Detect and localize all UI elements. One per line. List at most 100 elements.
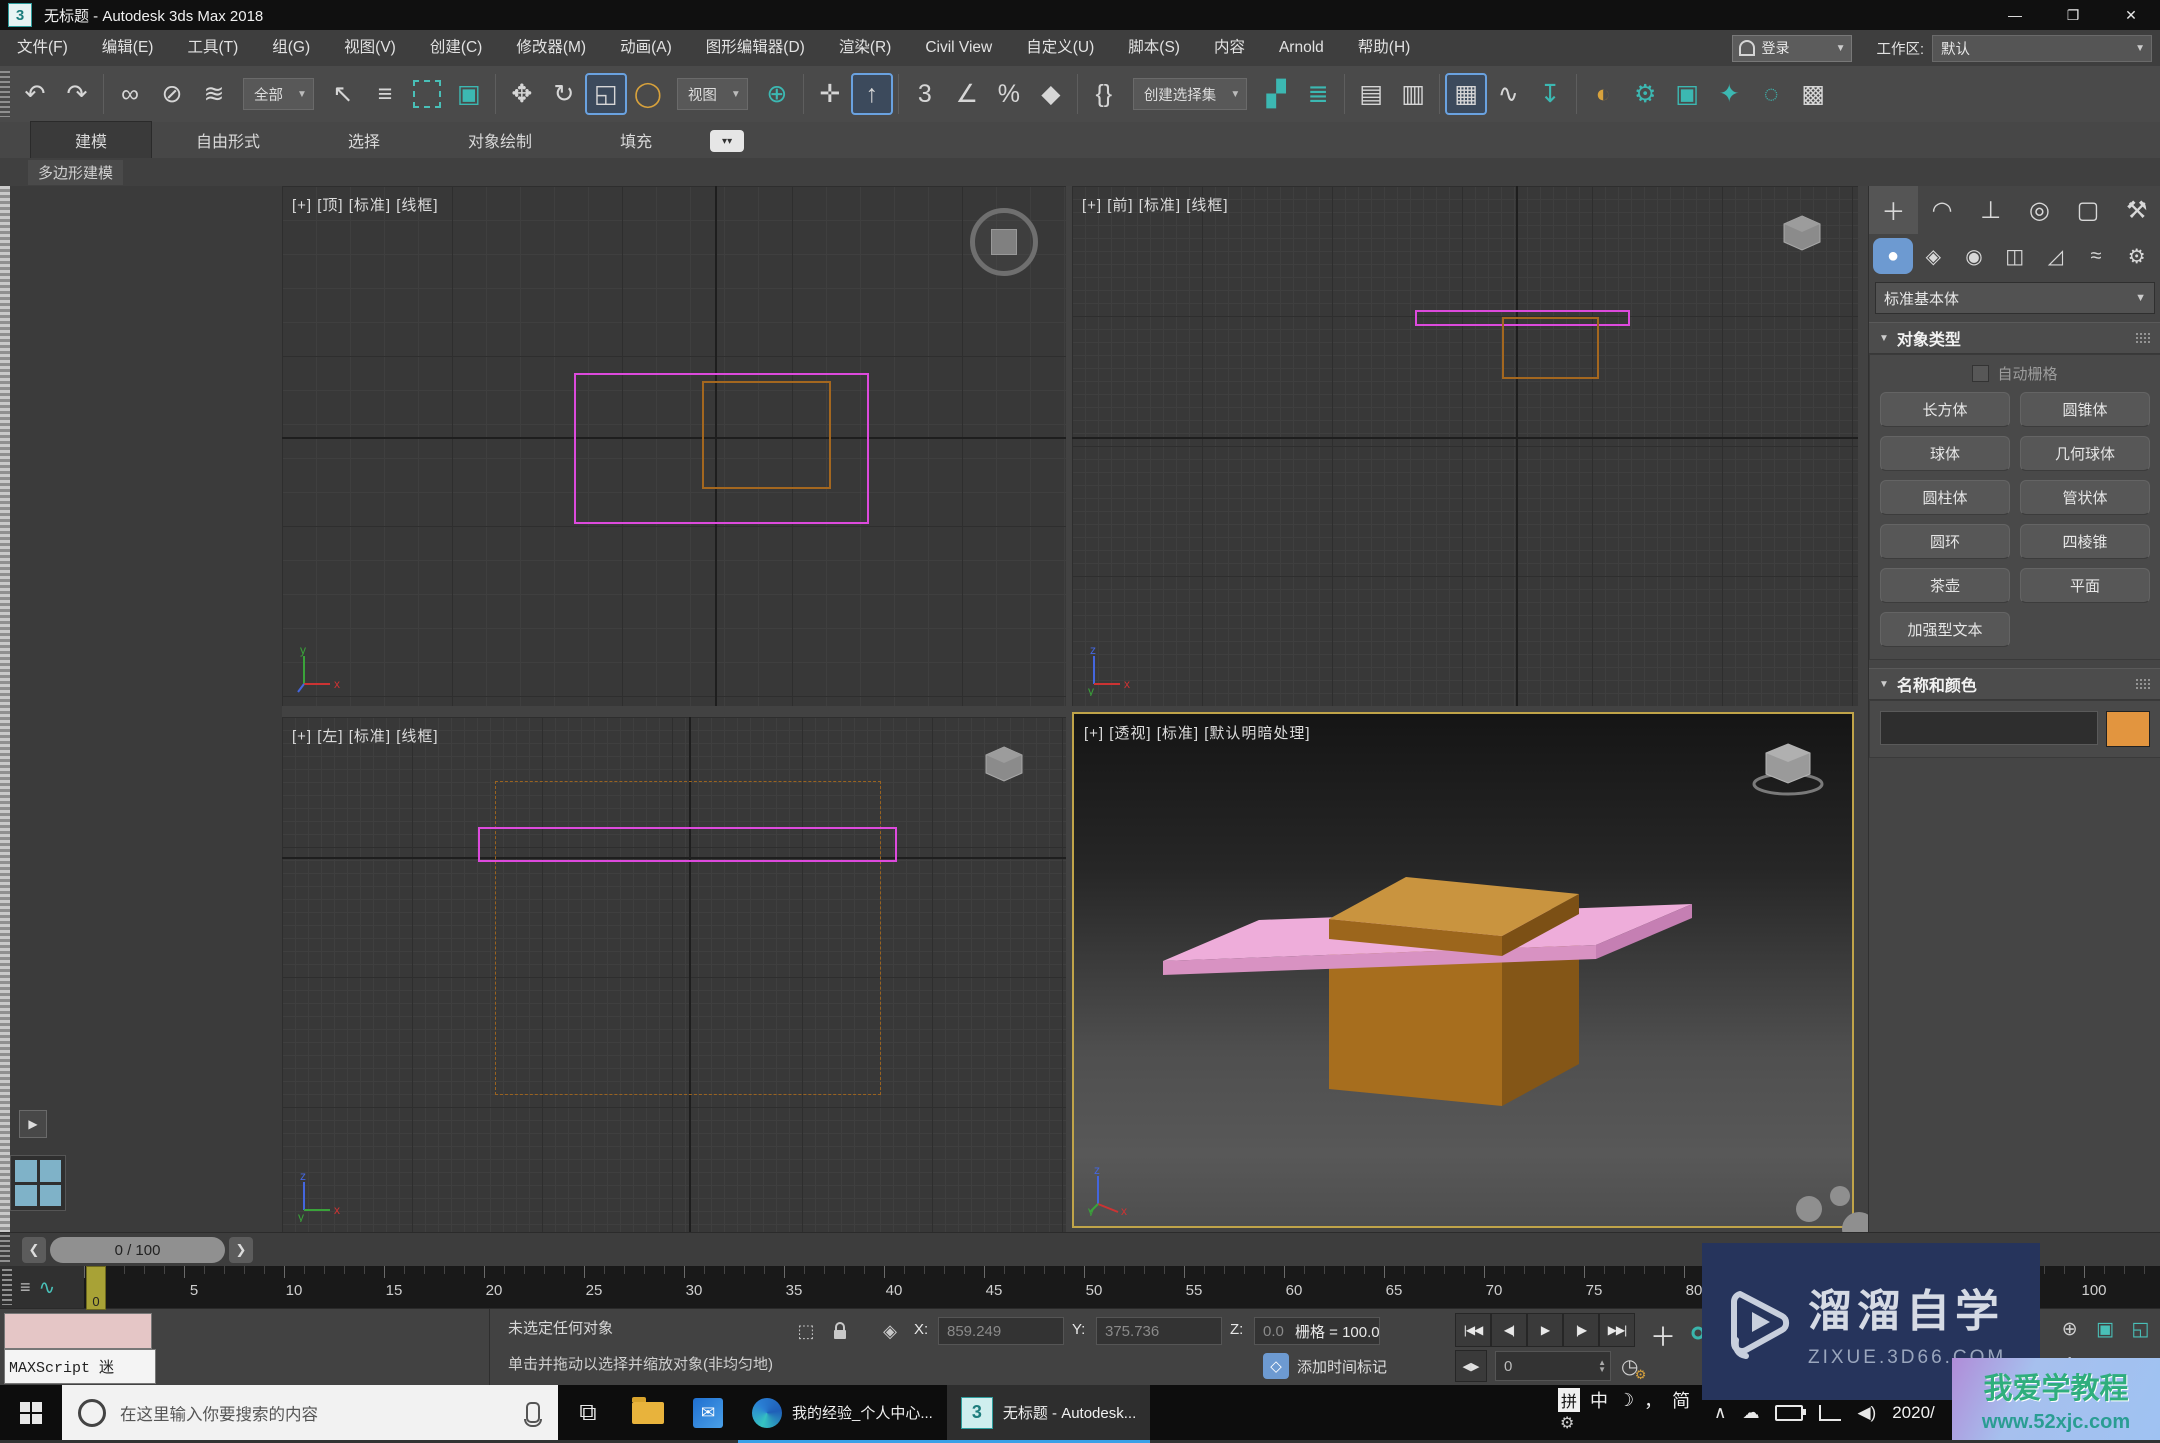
scene-3d[interactable] — [1074, 714, 1854, 1228]
name-color-rollout-header[interactable]: ▼ 名称和颜色 — [1869, 668, 2160, 700]
window-crossing-icon[interactable]: ▣ — [448, 73, 490, 115]
select-object-icon[interactable]: ↖ — [322, 73, 364, 115]
asset-library-icon[interactable]: ▩ — [1792, 73, 1834, 115]
menu-item[interactable]: 文件(F) — [0, 30, 85, 66]
object-button-球体[interactable]: 球体 — [1880, 436, 2010, 471]
task-edge-browser[interactable]: 我的经验_个人中心... — [738, 1385, 947, 1443]
set-keys-icon[interactable]: ＋ — [1650, 1317, 1676, 1354]
time-slider-grip[interactable] — [0, 1235, 10, 1265]
add-time-tag[interactable]: ◇ 添加时间标记 — [1263, 1353, 1387, 1379]
x-coord-field[interactable]: 859.249 — [938, 1317, 1064, 1345]
object-button-管状体[interactable]: 管状体 — [2020, 480, 2150, 515]
viewport-label[interactable]: [+] [透视] [标准] [默认明暗处理] — [1084, 722, 1311, 743]
helpers-icon[interactable]: ◿ — [2035, 244, 2076, 269]
taskbar-search[interactable]: 在这里输入你要搜索的内容 — [62, 1385, 558, 1440]
docked-ribbon-strip[interactable] — [0, 186, 10, 1232]
viewport-label[interactable]: [+] [前] [标准] [线框] — [1082, 194, 1229, 215]
menu-item[interactable]: 脚本(S) — [1111, 30, 1197, 66]
previous-frame-arrow[interactable]: ❮ — [22, 1237, 46, 1263]
time-configuration-icon[interactable]: ◷⚙ — [1621, 1354, 1638, 1379]
shapes-icon[interactable]: ◈ — [1913, 244, 1954, 269]
menu-item[interactable]: 自定义(U) — [1009, 30, 1111, 66]
select-and-scale-icon[interactable]: ◱ — [585, 73, 627, 115]
microphone-icon[interactable] — [526, 1402, 540, 1423]
workspace-dropdown[interactable]: 默认 ▼ — [1932, 35, 2152, 62]
mini-curve-editor-icon[interactable]: ∿ — [39, 1275, 56, 1300]
use-pivot-center-icon[interactable]: ⊕ — [756, 73, 798, 115]
hierarchy-tab-icon[interactable]: ⊥ — [1966, 186, 2015, 234]
clock-date[interactable]: 2020/ — [1892, 1403, 1935, 1423]
object-button-长方体[interactable]: 长方体 — [1880, 392, 2010, 427]
viewcube[interactable] — [1780, 212, 1824, 256]
next-frame-arrow[interactable]: ❯ — [229, 1237, 253, 1263]
cameras-icon[interactable]: ◫ — [1994, 244, 2035, 269]
viewport-label[interactable]: [+] [顶] [标准] [线框] — [292, 194, 439, 215]
viewport-label[interactable]: [+] [左] [标准] [线框] — [292, 725, 439, 746]
viewcube[interactable] — [982, 743, 1026, 787]
keyboard-override-icon[interactable]: ↑ — [851, 73, 893, 115]
mirror-icon[interactable]: ▞ — [1255, 73, 1297, 115]
key-mode-toggle[interactable]: ◀▶ — [1455, 1350, 1487, 1382]
maxscript-mini-listener-pink[interactable] — [4, 1313, 152, 1349]
task-view-button[interactable]: ⧉ — [558, 1385, 618, 1440]
menu-item[interactable]: 编辑(E) — [85, 30, 171, 66]
material-editor-icon[interactable]: ◐ — [1582, 73, 1624, 115]
menu-item[interactable]: 内容 — [1197, 30, 1262, 66]
menu-item[interactable]: 创建(C) — [413, 30, 500, 66]
viewport-perspective[interactable]: [+] [透视] [标准] [默认明暗处理] z y x — [1072, 712, 1854, 1228]
space-warps-icon[interactable]: ≈ — [2076, 245, 2117, 268]
menu-item[interactable]: 修改器(M) — [499, 30, 603, 66]
ribbon-tab-选择[interactable]: 选择 — [304, 122, 424, 158]
menu-item[interactable]: 工具(T) — [170, 30, 255, 66]
ref-coord-dropdown[interactable]: 视图▼ — [677, 78, 748, 110]
viewport-front[interactable]: [+] [前] [标准] [线框] z y x — [1072, 186, 1858, 706]
angle-snap-icon[interactable]: ∠ — [946, 73, 988, 115]
zoom-extents-icon[interactable]: ▣ — [2087, 1311, 2122, 1347]
play-button[interactable]: ▶ — [1527, 1313, 1563, 1347]
zoom-icon[interactable]: ⊕ — [2052, 1311, 2087, 1347]
menu-item[interactable]: 组(G) — [255, 30, 327, 66]
object-type-rollout-header[interactable]: ▼ 对象类型 — [1869, 322, 2160, 354]
viewport-layout-expand-button[interactable]: ▶ — [19, 1110, 47, 1138]
scene-explorer-icon[interactable]: ▤ — [1350, 73, 1392, 115]
next-frame-button[interactable]: |▶ — [1563, 1313, 1599, 1347]
object-button-四棱锥[interactable]: 四棱锥 — [2020, 524, 2150, 559]
maximize-button[interactable]: ❐ — [2044, 0, 2102, 30]
object-button-加强型文本[interactable]: 加强型文本 — [1880, 612, 2010, 647]
dope-sheet-icon[interactable]: ↧ — [1529, 73, 1571, 115]
select-and-rotate-icon[interactable]: ↻ — [543, 73, 585, 115]
volume-icon[interactable]: ◀) — [1857, 1403, 1876, 1423]
isolate-selection-icon[interactable]: ⬚ — [792, 1317, 820, 1345]
object-button-圆锥体[interactable]: 圆锥体 — [2020, 392, 2150, 427]
modify-tab-icon[interactable]: ◠ — [1918, 186, 1967, 234]
edit-named-sets-icon[interactable]: {} — [1083, 73, 1125, 115]
ribbon-tab-填充[interactable]: 填充 — [576, 122, 696, 158]
task-3dsmax[interactable]: 3无标题 - Autodesk... — [947, 1385, 1150, 1443]
onedrive-cloud-icon[interactable]: ☁ — [1742, 1403, 1759, 1423]
battery-icon[interactable] — [1775, 1405, 1803, 1421]
plane-wireframe-left[interactable] — [478, 827, 897, 862]
minimize-button[interactable]: — — [1986, 0, 2044, 30]
absolute-mode-transform-icon[interactable]: ◈ — [876, 1317, 904, 1345]
utilities-tab-icon[interactable]: ⚒ — [2112, 186, 2160, 234]
spinner-icon[interactable]: ▲▼ — [1598, 1359, 1610, 1373]
unlink-selection-icon[interactable]: ⊘ — [151, 73, 193, 115]
object-button-圆柱体[interactable]: 圆柱体 — [1880, 480, 2010, 515]
polygon-modeling-panel[interactable]: 多边形建模 — [28, 160, 123, 185]
file-explorer-button[interactable] — [618, 1385, 678, 1440]
rendered-frame-icon[interactable]: ▣ — [1666, 73, 1708, 115]
current-frame-field[interactable]: 0 ▲▼ — [1495, 1351, 1611, 1381]
menu-item[interactable]: 帮助(H) — [1341, 30, 1428, 66]
named-selection-sets-dropdown[interactable]: 创建选择集▼ — [1133, 78, 1247, 110]
zoom-extents-all-icon[interactable]: ◱ — [2123, 1311, 2158, 1347]
go-to-start-button[interactable]: |◀◀ — [1455, 1313, 1491, 1347]
ime-mode-icon[interactable]: ☽ — [1618, 1390, 1634, 1411]
select-and-link-icon[interactable]: ∞ — [109, 73, 151, 115]
object-button-平面[interactable]: 平面 — [2020, 568, 2150, 603]
geometry-icon[interactable]: ● — [1873, 238, 1913, 274]
render-setup-icon[interactable]: ⚙ — [1624, 73, 1666, 115]
ribbon-toggle-icon[interactable]: ▦ — [1445, 73, 1487, 115]
select-and-move-icon[interactable]: ✥ — [501, 73, 543, 115]
toolbar-grip[interactable] — [0, 71, 10, 117]
lights-icon[interactable]: ◉ — [1954, 244, 1995, 269]
